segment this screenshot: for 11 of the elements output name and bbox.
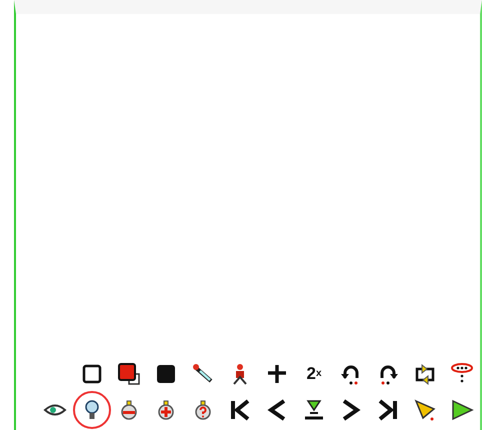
first-icon[interactable] xyxy=(228,398,252,422)
play-icon[interactable] xyxy=(450,398,474,422)
power-button[interactable]: 2$^{x}$ xyxy=(302,362,326,386)
swap-icon[interactable] xyxy=(413,362,437,386)
last-icon[interactable] xyxy=(376,398,400,422)
lightbulb-icon[interactable] xyxy=(73,391,111,429)
plus-icon[interactable] xyxy=(265,362,289,386)
square-icon[interactable] xyxy=(80,362,104,386)
play-icon[interactable] xyxy=(413,398,437,422)
solid-square-icon[interactable] xyxy=(154,362,178,386)
down-triangle-icon[interactable] xyxy=(302,398,326,422)
